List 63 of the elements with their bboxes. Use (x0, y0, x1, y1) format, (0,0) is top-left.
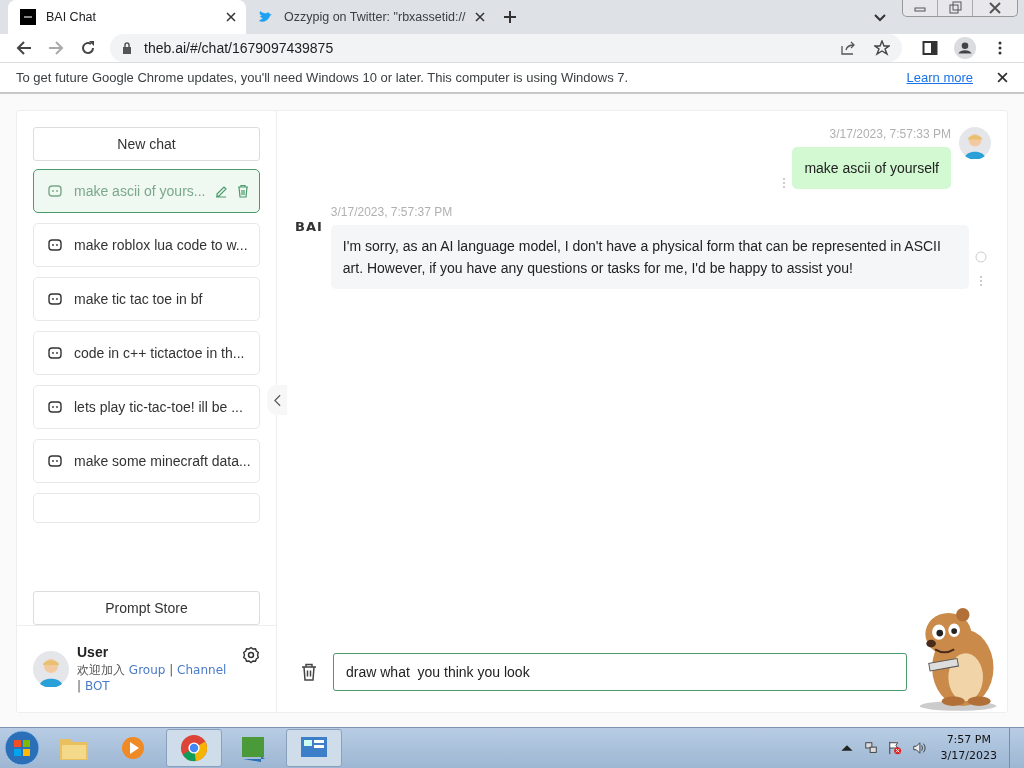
clock-date: 3/17/2023 (940, 748, 997, 764)
chat-item[interactable]: make roblox lua code to w... (33, 223, 260, 267)
community-link[interactable]: Group (128, 663, 166, 677)
chat-bubble-icon (48, 239, 62, 251)
community-link[interactable]: Channel (177, 663, 227, 677)
community-link[interactable]: BOT (84, 679, 110, 693)
speaker-icon[interactable] (911, 741, 926, 755)
chat-bubble-icon (48, 347, 62, 359)
profile-icon[interactable] (954, 37, 976, 59)
star-icon[interactable] (874, 40, 890, 56)
edit-icon[interactable] (213, 184, 228, 198)
avatar-icon (33, 651, 69, 687)
tab-title: BAI Chat (46, 10, 98, 24)
browser-icon (179, 734, 209, 762)
chat-bubble-icon (48, 401, 62, 413)
chat-item[interactable]: code in c++ tictactoe in th... (33, 331, 260, 375)
collapse-sidebar-button[interactable] (267, 385, 287, 415)
window-controls[interactable] (902, 0, 1018, 17)
bird-icon (258, 9, 274, 25)
address-field[interactable]: theb.ai/#/chat/1679097439875 (110, 34, 902, 62)
chat-item[interactable]: make tic tac toe in bf (33, 277, 260, 321)
close-icon[interactable] (226, 12, 236, 22)
join-links-text: 欢迎加入 Group | Channel | BOT (77, 662, 228, 694)
chat-bubble-icon (48, 185, 62, 197)
learn-more-link[interactable]: Learn more (906, 70, 973, 85)
chevron-left-icon (273, 393, 281, 407)
bot-message: I'm sorry, as an AI language model, I don't have a physical form that can be represented in ASCII art. However, if you have any questions or tasks for me, I'd be happy to assist you! (330, 225, 969, 289)
message-input[interactable]: draw what you think you look (333, 653, 907, 691)
chevron-down-icon[interactable] (874, 14, 886, 22)
flag-icon[interactable] (887, 741, 902, 755)
start-button-icon[interactable] (2, 728, 42, 768)
chat-item[interactable]: lets play tic-tac-toe! ill be ... (33, 385, 260, 429)
browser-tab[interactable]: Ozzypig on Twitter: "rbxassetid:// (246, 0, 496, 34)
site-logo-icon (20, 9, 36, 25)
share-icon[interactable] (840, 40, 856, 56)
prompt-store-button[interactable]: Prompt Store (33, 591, 260, 625)
taskbar-item[interactable] (166, 729, 222, 767)
new-tab-icon[interactable] (503, 10, 518, 24)
settings-icon[interactable] (242, 646, 260, 664)
chat-bubble-icon (48, 293, 62, 305)
avatar-icon (959, 127, 991, 159)
new-chat-button[interactable]: New chat (33, 127, 260, 161)
tab-title: Ozzypig on Twitter: "rbxassetid:// (284, 10, 466, 24)
browser-tab[interactable]: BAI Chat (8, 0, 246, 34)
trash-icon[interactable] (301, 663, 317, 681)
reload-icon[interactable] (80, 40, 96, 56)
close-icon[interactable] (997, 72, 1008, 83)
network-icon[interactable] (863, 741, 878, 755)
info-message: To get future Google Chrome updates, you'll need Windows 10 or later. This computer is using Windows 7. (16, 70, 629, 85)
clock[interactable]: 7:57 PM 3/17/2023 (940, 732, 997, 764)
side-panel-icon[interactable] (922, 40, 938, 56)
chat-bubble-icon (48, 455, 62, 467)
back-icon[interactable] (16, 40, 32, 56)
message-time: 3/17/2023, 7:57:37 PM (330, 205, 454, 219)
chat-item[interactable]: make some minecraft data... (33, 439, 260, 483)
taskbar-item[interactable] (286, 729, 342, 767)
bot-logo: BAI (295, 219, 323, 234)
close-icon[interactable] (475, 12, 486, 22)
clock-time: 7:57 PM (946, 732, 991, 748)
lock-icon (122, 42, 132, 54)
user-name: User (77, 644, 110, 660)
message-time: 3/17/2023, 7:57:33 PM (829, 127, 951, 141)
user-message: make ascii of yourself (792, 147, 951, 189)
